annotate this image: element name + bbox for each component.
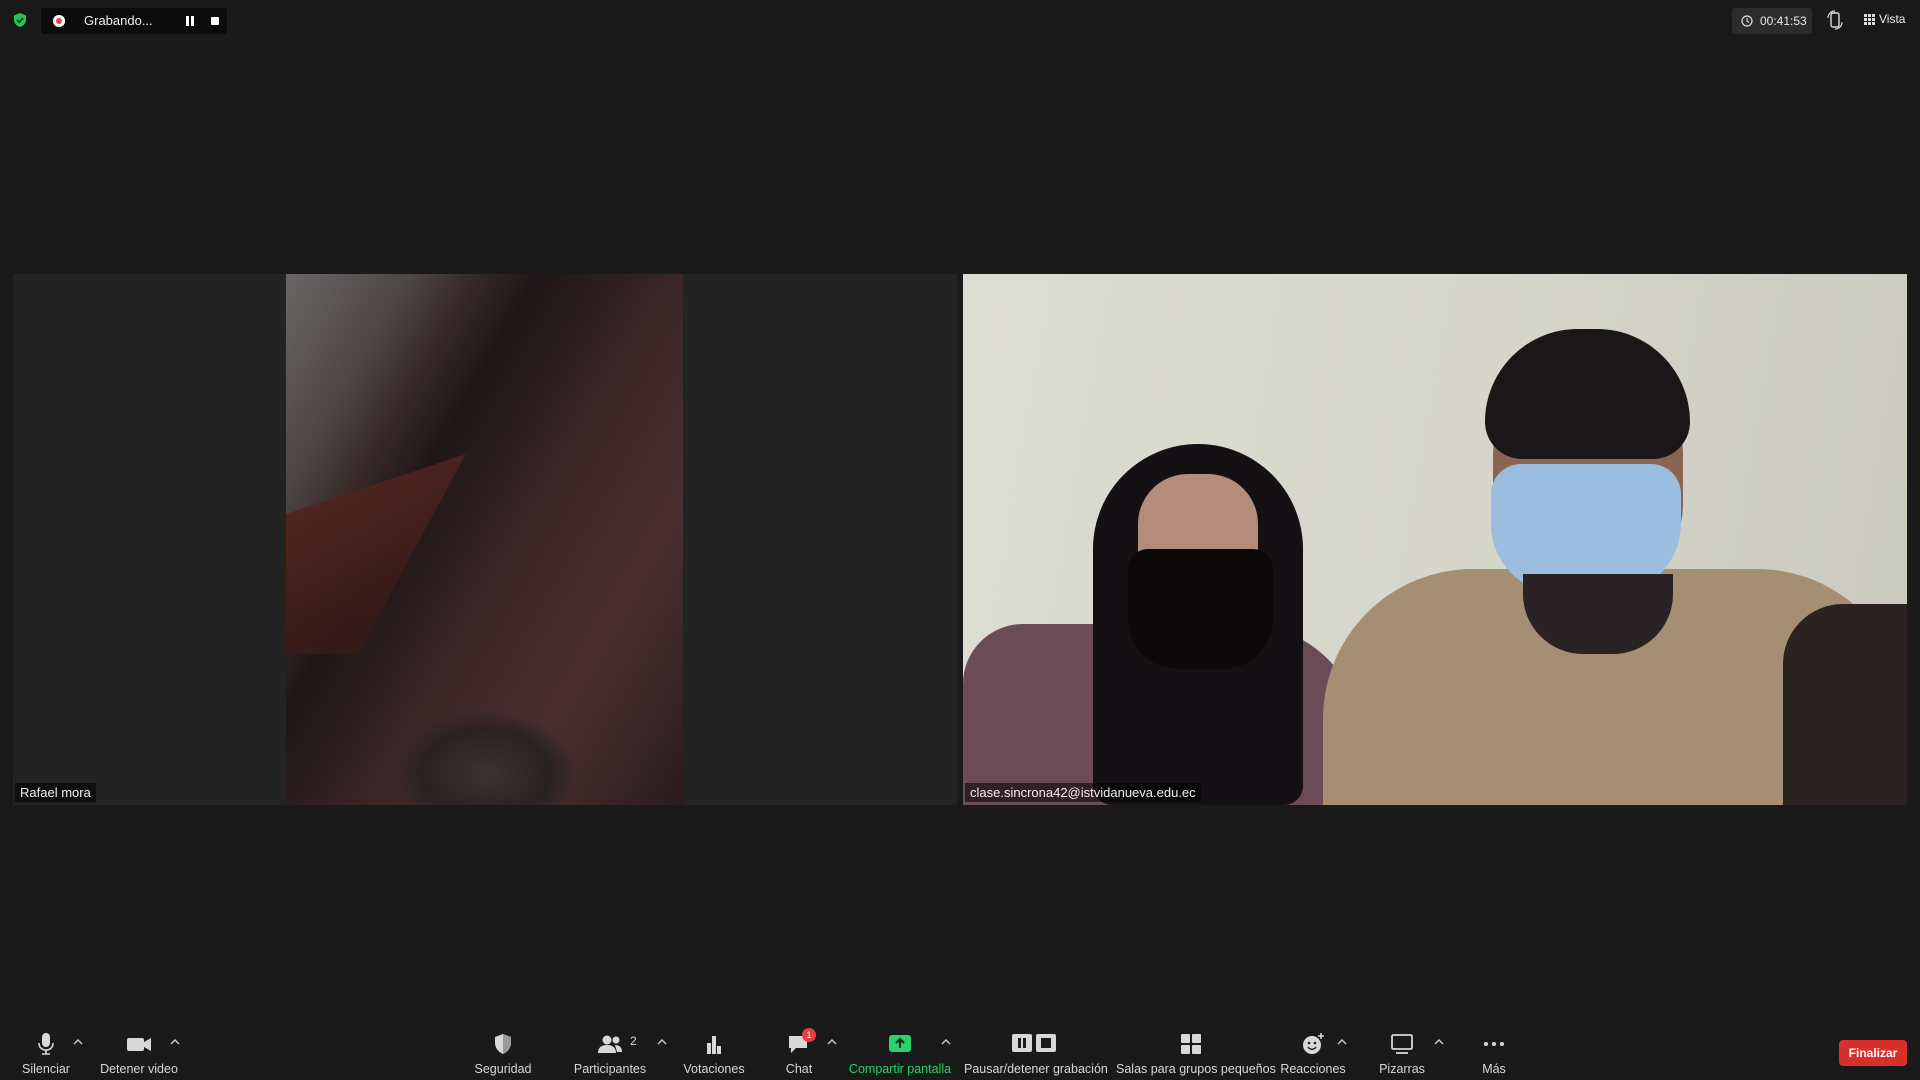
pause-stop-icon bbox=[1012, 1034, 1056, 1052]
chat-unread-badge: 1 bbox=[802, 1028, 816, 1042]
chevron-up-icon[interactable] bbox=[941, 1038, 951, 1046]
reactions-label: Reacciones bbox=[1280, 1062, 1346, 1076]
participant-name-tag: Rafael mora bbox=[15, 783, 96, 802]
person-figure bbox=[1128, 549, 1273, 669]
chevron-up-icon[interactable] bbox=[1434, 1038, 1444, 1046]
share-label: Compartir pantalla bbox=[848, 1062, 952, 1076]
clock-icon bbox=[1741, 15, 1753, 27]
security-label: Seguridad bbox=[474, 1062, 532, 1076]
bar-chart-icon bbox=[707, 1036, 721, 1054]
breakout-rooms-button[interactable]: Salas para grupos pequeños bbox=[1116, 1032, 1276, 1076]
pause-stop-recording-button[interactable]: Pausar/detener grabación bbox=[964, 1032, 1108, 1076]
meeting-toolbar: Silenciar Detener video Seguridad 2 Part… bbox=[0, 1008, 1920, 1080]
participant-video-feed bbox=[963, 274, 1907, 805]
recording-label: Grabando... bbox=[84, 13, 153, 28]
end-meeting-button[interactable]: Finalizar bbox=[1839, 1040, 1907, 1066]
security-shield-icon bbox=[495, 1034, 511, 1054]
microphone-icon bbox=[38, 1033, 54, 1055]
whiteboards-button[interactable]: Pizarras bbox=[1374, 1032, 1430, 1076]
participants-label: Participantes bbox=[573, 1062, 647, 1076]
share-screen-icon bbox=[889, 1035, 911, 1052]
top-bar: Grabando... 00:41:53 Vista bbox=[0, 0, 1920, 40]
mute-label: Silenciar bbox=[22, 1062, 70, 1076]
breakout-label: Salas para grupos pequeños bbox=[1116, 1062, 1276, 1076]
chevron-up-icon[interactable] bbox=[1337, 1038, 1347, 1046]
security-button[interactable]: Seguridad bbox=[468, 1032, 538, 1076]
stop-recording-icon[interactable] bbox=[211, 17, 219, 25]
whiteboards-label: Pizarras bbox=[1379, 1062, 1425, 1076]
smiley-plus-icon bbox=[1303, 1033, 1324, 1054]
video-tile-clase-sincrona[interactable]: clase.sincrona42@istvidanueva.edu.ec bbox=[963, 274, 1907, 805]
more-button[interactable]: Más bbox=[1474, 1032, 1514, 1076]
chevron-up-icon[interactable] bbox=[657, 1038, 667, 1046]
whiteboard-icon bbox=[1391, 1034, 1413, 1054]
participants-icon bbox=[598, 1035, 622, 1053]
share-screen-button[interactable]: Compartir pantalla bbox=[848, 1032, 952, 1076]
view-button[interactable]: Vista bbox=[1864, 12, 1905, 26]
chat-label: Chat bbox=[785, 1062, 813, 1076]
view-label: Vista bbox=[1879, 12, 1906, 26]
person-figure bbox=[1783, 604, 1907, 805]
video-camera-icon bbox=[127, 1038, 151, 1051]
screen-rotation-icon[interactable] bbox=[1826, 10, 1844, 30]
participant-name-tag: clase.sincrona42@istvidanueva.edu.ec bbox=[965, 783, 1201, 802]
chevron-up-icon[interactable] bbox=[170, 1038, 180, 1046]
pause-recording-icon[interactable] bbox=[183, 15, 197, 27]
polls-label: Votaciones bbox=[683, 1062, 745, 1076]
participants-button[interactable]: 2 Participantes bbox=[570, 1032, 650, 1076]
breakout-rooms-icon bbox=[1181, 1034, 1201, 1054]
meeting-timer[interactable]: 00:41:53 bbox=[1732, 8, 1812, 34]
timer-value: 00:41:53 bbox=[1760, 14, 1807, 28]
video-label: Detener video bbox=[100, 1062, 178, 1076]
polls-button[interactable]: Votaciones bbox=[680, 1032, 748, 1076]
security-shield-icon[interactable] bbox=[12, 12, 28, 28]
recording-indicator: Grabando... bbox=[41, 8, 227, 34]
participants-count: 2 bbox=[630, 1034, 637, 1048]
video-shadow bbox=[286, 454, 466, 654]
more-label: Más bbox=[1482, 1062, 1506, 1076]
participant-video-feed bbox=[286, 274, 683, 805]
ellipsis-icon bbox=[1484, 1042, 1504, 1046]
chat-button[interactable]: 1 Chat bbox=[776, 1028, 822, 1076]
grid-view-icon bbox=[1864, 14, 1875, 26]
video-tile-rafael[interactable]: Rafael mora bbox=[13, 274, 957, 805]
chevron-up-icon[interactable] bbox=[827, 1038, 837, 1046]
chevron-up-icon[interactable] bbox=[73, 1038, 83, 1046]
mute-button[interactable]: Silenciar bbox=[14, 1032, 78, 1076]
recording-dot-icon bbox=[53, 15, 65, 27]
person-figure bbox=[1485, 329, 1690, 459]
record-label: Pausar/detener grabación bbox=[964, 1062, 1108, 1076]
